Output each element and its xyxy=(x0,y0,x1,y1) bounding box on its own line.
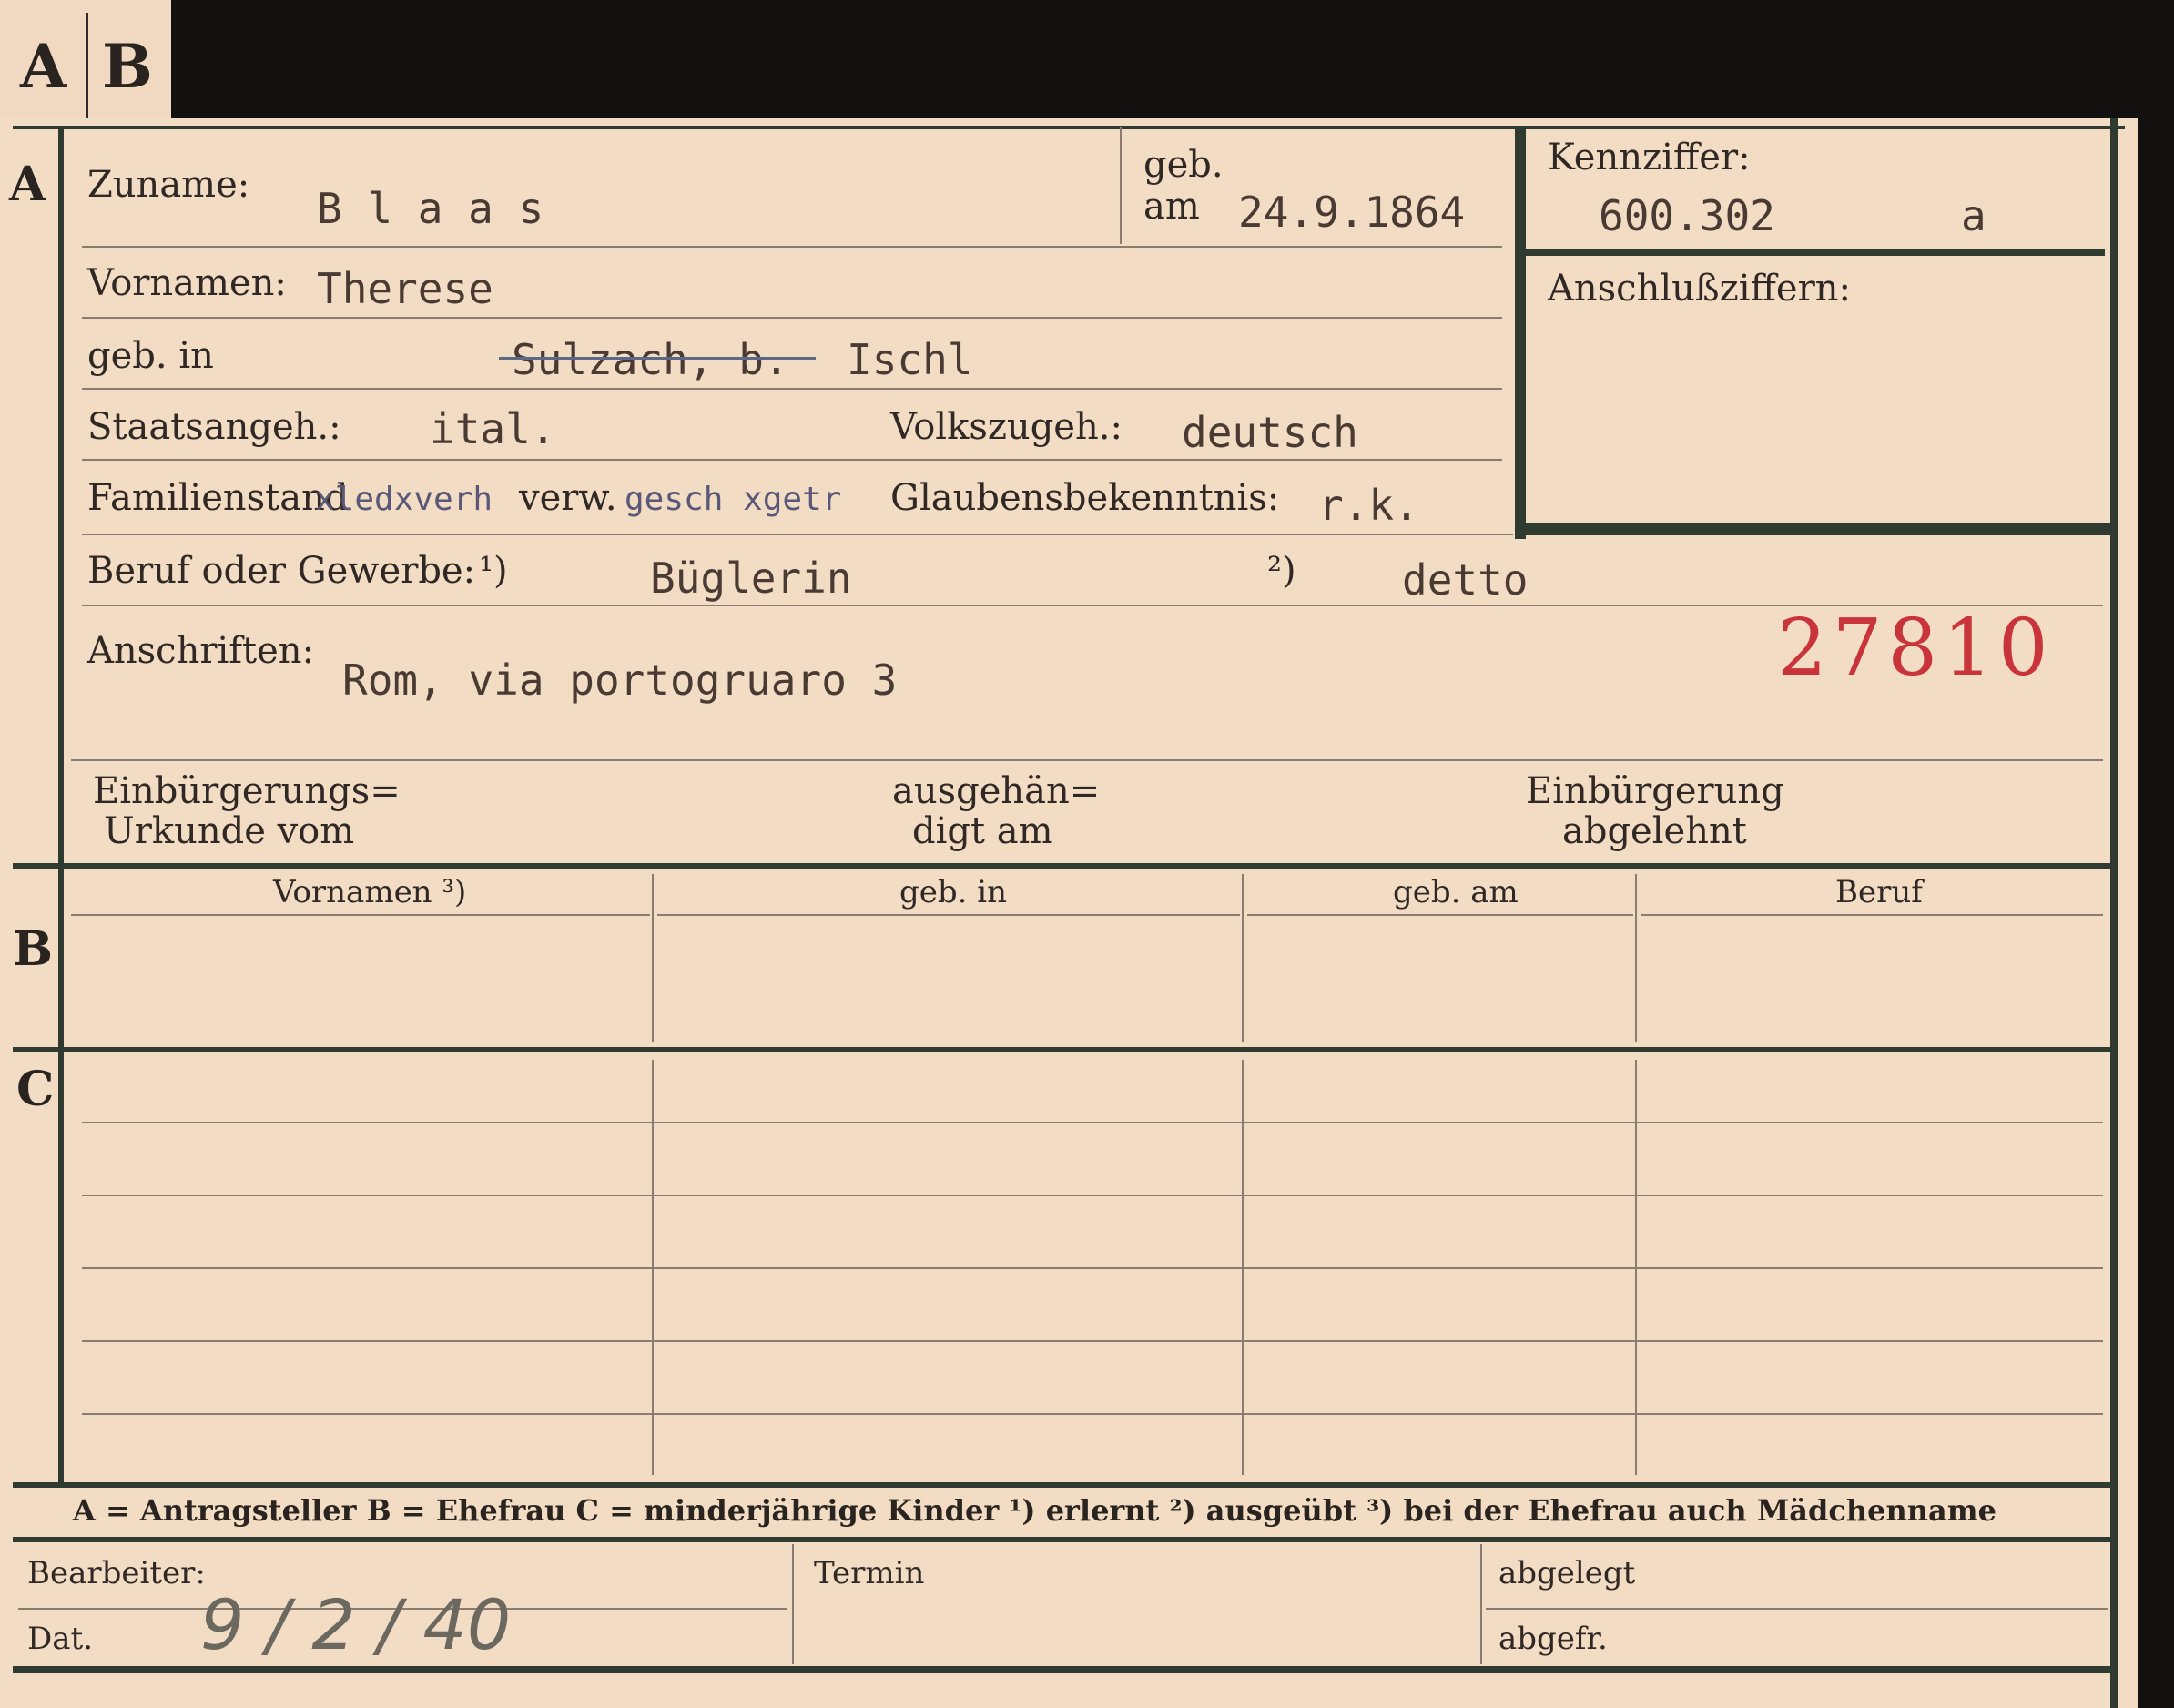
filed-label: abgelegt xyxy=(1498,1555,1636,1591)
footer-divider-1 xyxy=(792,1544,794,1664)
b-col-divider-2 xyxy=(1242,874,1244,1042)
birthplace-value: Ischl xyxy=(847,335,973,384)
rejected-label-1: Einbürgerung xyxy=(1526,770,1784,812)
id-box-left xyxy=(1515,127,1526,539)
id-label: Kennziffer: xyxy=(1548,137,1751,178)
religion-label: Glaubensbekenntnis: xyxy=(890,477,1280,519)
deadline-label: Termin xyxy=(814,1555,925,1591)
row-line-7 xyxy=(71,759,2103,761)
surname-label: Zuname: xyxy=(87,164,250,206)
tab-letter-a: A xyxy=(20,31,67,102)
birth-date-value: 24.9.1864 xyxy=(1238,188,1466,237)
bottom-border xyxy=(13,1666,2118,1673)
c-row-line-1 xyxy=(82,1122,2103,1123)
done-label: abgefr. xyxy=(1498,1621,1608,1657)
birthplace-strikethrough xyxy=(499,357,816,360)
id-suffix: a xyxy=(1961,191,1986,240)
occupation-practiced-value: detto xyxy=(1402,555,1529,605)
c-row-line-2 xyxy=(82,1195,2103,1196)
handed-label-1: ausgehän= xyxy=(892,770,1101,812)
table-header-first-names: Vornamen ³) xyxy=(273,874,467,910)
table-header-occupation: Beruf xyxy=(1835,874,1923,910)
handed-label-2: digt am xyxy=(912,810,1053,852)
section-c-bar xyxy=(13,1047,2110,1052)
id-box-bottom xyxy=(1515,523,2110,535)
b-col-divider-3 xyxy=(1635,874,1637,1042)
legend-top-bar xyxy=(13,1482,2110,1488)
stamp-number: 27810 xyxy=(1777,603,2054,694)
citizenship-value: ital. xyxy=(430,404,556,453)
marital-label: Familienstand xyxy=(87,477,349,519)
b-col-divider-1 xyxy=(652,874,654,1042)
row-line-5 xyxy=(82,534,1513,535)
tab-divider xyxy=(86,13,88,127)
footer-divider-2 xyxy=(1480,1544,1482,1664)
birthplace-label: geb. in xyxy=(87,335,214,377)
surname-divider xyxy=(1120,127,1122,244)
handwritten-date: 9 / 2 / 40 xyxy=(200,1584,512,1665)
row-line-4 xyxy=(82,459,1502,461)
first-names-label: Vornamen: xyxy=(87,262,287,304)
id-box-divider xyxy=(1526,249,2105,256)
tab-letter-b: B xyxy=(102,31,153,102)
row-line-3 xyxy=(82,388,1502,390)
naturalization-label-2: Urkunde vom xyxy=(104,810,355,852)
ethnicity-value: deutsch xyxy=(1182,408,1358,457)
header-underline-2 xyxy=(657,914,1240,916)
rejected-label-2: abgelehnt xyxy=(1562,810,1747,852)
marital-struck-1: xledxverh xyxy=(315,481,493,518)
occupation-mark-2: ²) xyxy=(1267,550,1296,592)
header-underline-1 xyxy=(71,914,650,916)
right-border xyxy=(2110,118,2118,1708)
born-label-1: geb. xyxy=(1143,144,1224,186)
occupation-mark-1: ¹) xyxy=(479,550,508,592)
registration-card: A B C Zuname: B l a a s geb. am 24.9.186… xyxy=(0,118,2138,1708)
religion-value: r.k. xyxy=(1318,481,1419,530)
left-section-bar xyxy=(58,127,64,1482)
occupation-learned-value: Büglerin xyxy=(650,554,852,603)
table-header-birthplace: geb. in xyxy=(899,874,1008,910)
address-value: Rom, via portogruaro 3 xyxy=(342,656,898,705)
legend-bottom-bar xyxy=(13,1537,2110,1542)
occupation-label: Beruf oder Gewerbe: xyxy=(87,550,476,592)
c-row-line-5 xyxy=(82,1413,2103,1415)
section-label-c: C xyxy=(16,1062,55,1117)
card-tab: A B xyxy=(0,0,171,129)
date-label: Dat. xyxy=(27,1621,94,1657)
address-label: Anschriften: xyxy=(87,630,315,672)
marital-value: verw. xyxy=(519,477,617,519)
surname-value: B l a a s xyxy=(317,184,544,233)
top-border xyxy=(13,126,2125,129)
clerk-label: Bearbeiter: xyxy=(27,1555,206,1591)
c-row-line-3 xyxy=(82,1267,2103,1269)
born-label-2: am xyxy=(1143,186,1200,228)
first-names-value: Therese xyxy=(317,264,493,313)
table-header-birthdate: geb. am xyxy=(1393,874,1519,910)
row-line-1 xyxy=(82,246,1502,248)
section-b-bar xyxy=(13,863,2110,869)
filed-line xyxy=(1486,1608,2108,1610)
ethnicity-label: Volkszugeh.: xyxy=(890,406,1123,448)
naturalization-label-1: Einbürgerungs= xyxy=(93,770,401,812)
section-label-a: A xyxy=(9,157,46,212)
legend-text: A = Antragsteller B = Ehefrau C = minder… xyxy=(73,1493,1996,1528)
header-underline-3 xyxy=(1247,914,1633,916)
header-underline-4 xyxy=(1641,914,2103,916)
connections-label: Anschlußziffern: xyxy=(1548,268,1851,310)
marital-struck-2: gesch xgetr xyxy=(625,481,842,518)
section-label-b: B xyxy=(13,921,53,977)
birthplace-struck: Sulzach, b. xyxy=(512,335,789,384)
c-row-line-4 xyxy=(82,1340,2103,1342)
row-line-2 xyxy=(82,317,1502,319)
id-value: 600.302 xyxy=(1599,191,1775,240)
citizenship-label: Staatsangeh.: xyxy=(87,406,341,448)
